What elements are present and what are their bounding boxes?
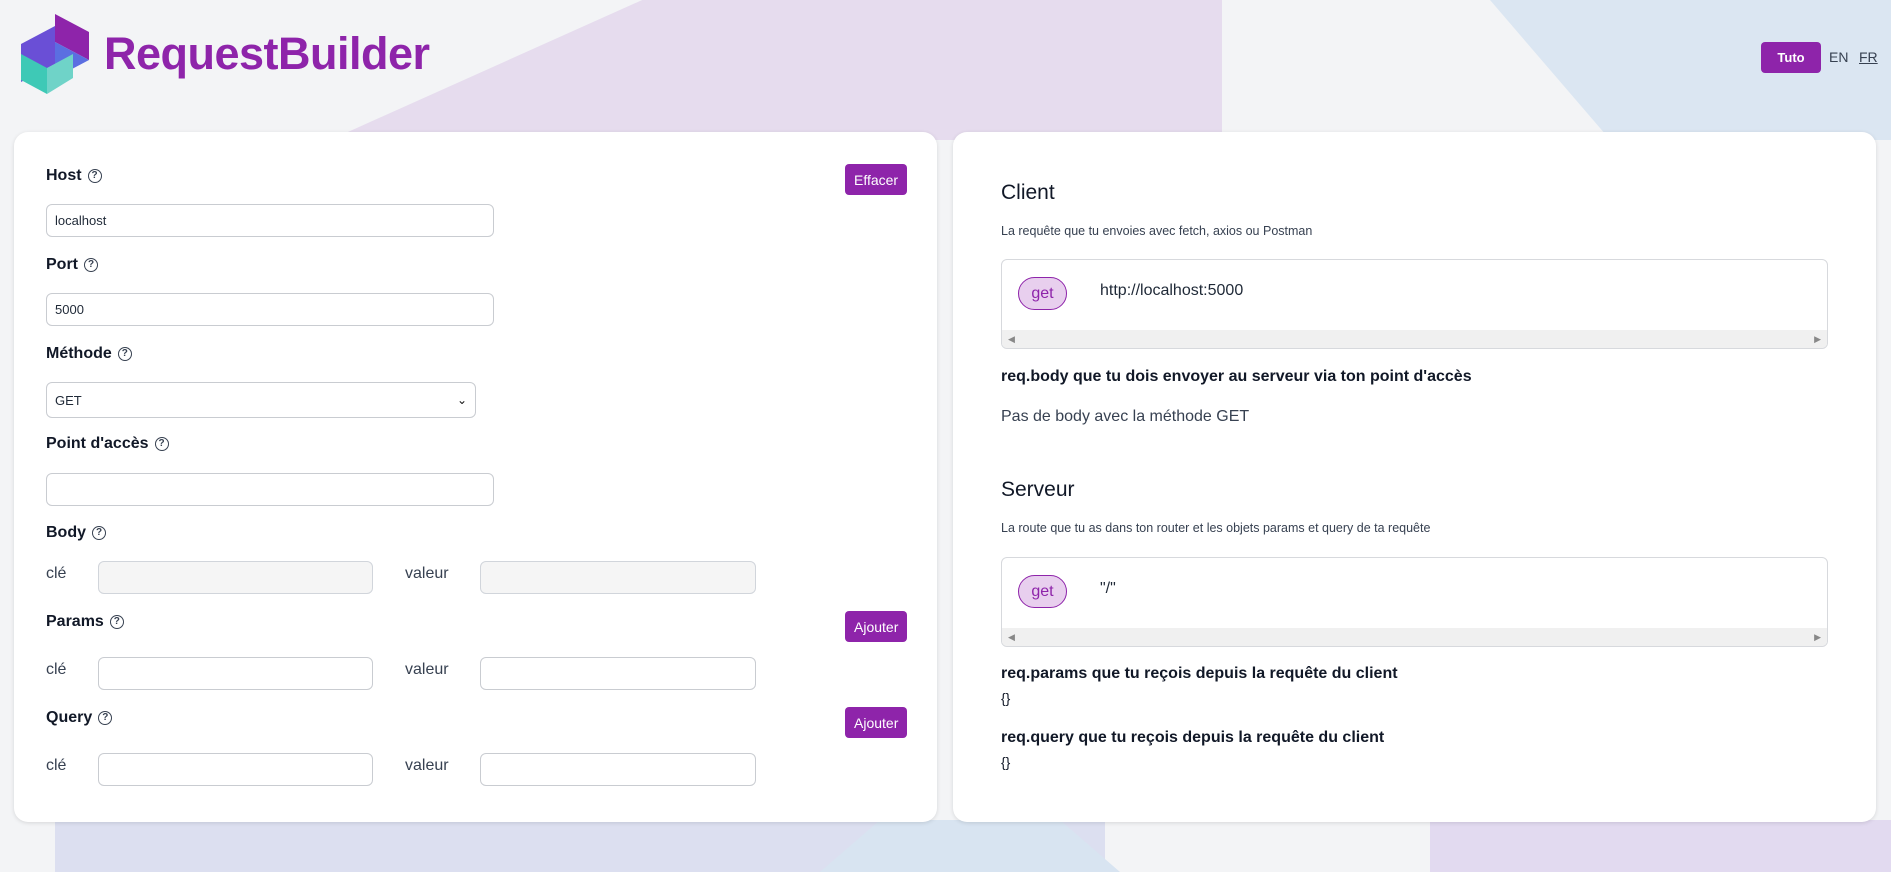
server-params-heading: req.params que tu reçois depuis la requê…: [1001, 665, 1398, 682]
server-title: Serveur: [1001, 478, 1075, 501]
body-key-label: clé: [46, 565, 67, 582]
server-scrollbar[interactable]: ◀ ▶: [1002, 628, 1827, 646]
brand-title: RequestBuilder: [104, 28, 430, 79]
params-value-label: valeur: [405, 661, 449, 678]
params-label: Params ?: [46, 613, 124, 631]
help-icon[interactable]: ?: [87, 169, 102, 183]
help-icon[interactable]: ?: [98, 711, 113, 725]
client-request-box: get http://localhost:5000 ◀ ▶: [1001, 259, 1828, 349]
client-subtitle: La requête que tu envoies avec fetch, ax…: [1001, 224, 1313, 238]
body-label: Body ?: [46, 524, 106, 542]
method-select-value: GET: [55, 392, 82, 408]
client-body-heading: req.body que tu dois envoyer au serveur …: [1001, 368, 1472, 385]
output-card: Client La requête que tu envoies avec fe…: [953, 132, 1876, 822]
params-value-input[interactable]: [480, 657, 756, 690]
server-params-value: {}: [1001, 690, 1011, 706]
scroll-right-icon[interactable]: ▶: [1814, 632, 1821, 643]
query-value-label: valeur: [405, 757, 449, 774]
body-key-input[interactable]: [98, 561, 373, 594]
server-route: "/": [1100, 580, 1116, 597]
query-key-input[interactable]: [98, 753, 373, 786]
query-label: Query ?: [46, 709, 113, 727]
server-query-heading: req.query que tu reçois depuis la requêt…: [1001, 729, 1385, 746]
params-label-text: Params: [46, 613, 104, 630]
server-route-box: get "/" ◀ ▶: [1001, 557, 1828, 647]
query-value-input[interactable]: [480, 753, 756, 786]
client-url: http://localhost:5000: [1100, 282, 1244, 299]
params-key-input[interactable]: [98, 657, 373, 690]
logo-icon: [21, 14, 89, 94]
query-key-label: clé: [46, 757, 67, 774]
add-query-button[interactable]: Ajouter: [845, 707, 908, 738]
server-query-value: {}: [1001, 754, 1011, 770]
body-value-input[interactable]: [480, 561, 756, 594]
method-label-text: Méthode: [46, 345, 112, 362]
tuto-button[interactable]: Tuto: [1761, 42, 1821, 73]
client-title: Client: [1001, 181, 1055, 204]
port-input[interactable]: 5000: [46, 293, 494, 326]
header: RequestBuilder Tuto EN FR: [0, 0, 1891, 110]
help-icon[interactable]: ?: [84, 258, 98, 272]
server-method-badge: get: [1018, 575, 1067, 608]
server-subtitle: La route que tu as dans ton router et le…: [1001, 521, 1431, 535]
host-label: Host ?: [46, 167, 102, 185]
endpoint-label: Point d'accès ?: [46, 435, 169, 453]
client-method-badge: get: [1018, 277, 1067, 310]
port-label: Port ?: [46, 256, 98, 274]
endpoint-label-text: Point d'accès: [46, 435, 149, 452]
add-params-button[interactable]: Ajouter: [845, 611, 908, 642]
port-label-text: Port: [46, 256, 78, 273]
lang-en-link[interactable]: EN: [1829, 49, 1848, 65]
request-form-card: Host ? Effacer localhost Port ? 5000 Mét…: [14, 132, 937, 822]
clear-button[interactable]: Effacer: [845, 164, 908, 195]
help-icon[interactable]: ?: [92, 526, 106, 540]
bg-shape: [1430, 820, 1891, 872]
query-label-text: Query: [46, 709, 93, 726]
scroll-left-icon[interactable]: ◀: [1008, 334, 1015, 345]
body-label-text: Body: [46, 524, 86, 541]
scroll-right-icon[interactable]: ▶: [1814, 334, 1821, 345]
lang-fr-link[interactable]: FR: [1859, 49, 1878, 65]
host-input[interactable]: localhost: [46, 204, 494, 237]
help-icon[interactable]: ?: [154, 437, 169, 451]
params-key-label: clé: [46, 661, 67, 678]
help-icon[interactable]: ?: [109, 615, 124, 629]
endpoint-input[interactable]: [46, 473, 494, 506]
scroll-left-icon[interactable]: ◀: [1008, 632, 1015, 643]
method-label: Méthode ?: [46, 345, 132, 363]
client-scrollbar[interactable]: ◀ ▶: [1002, 330, 1827, 348]
method-select[interactable]: GET ⌄: [46, 382, 476, 418]
host-label-text: Host: [46, 167, 82, 184]
body-value-label: valeur: [405, 565, 449, 582]
chevron-down-icon: ⌄: [456, 393, 467, 407]
help-icon[interactable]: ?: [117, 347, 132, 361]
client-body-text: Pas de body avec la méthode GET: [1001, 408, 1250, 425]
